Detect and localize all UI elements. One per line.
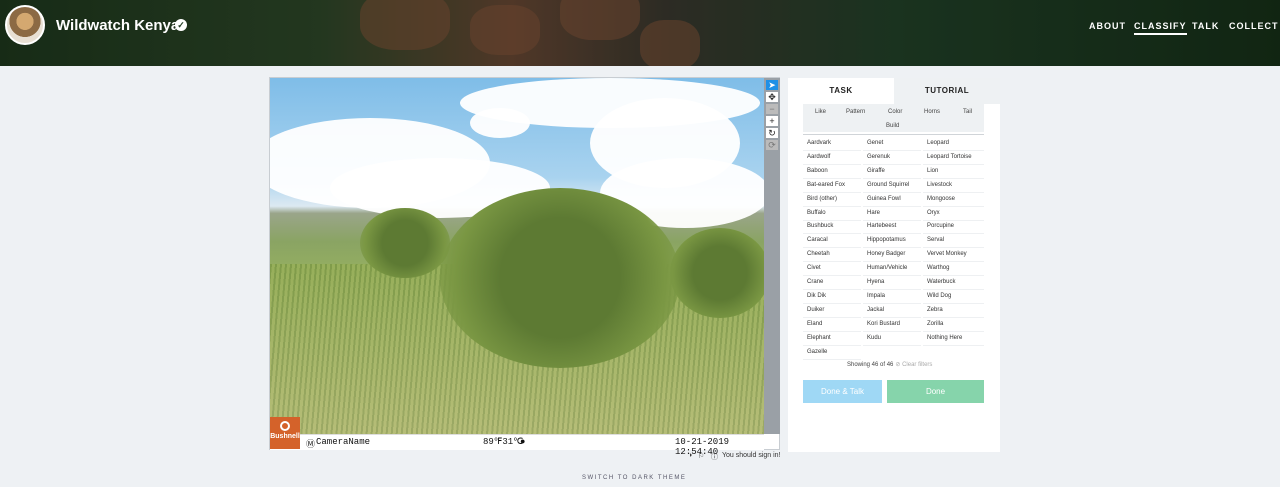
done-talk-button[interactable]: Done & Talk: [803, 380, 882, 403]
move-tool-icon[interactable]: ✥: [766, 92, 778, 102]
nav-collect[interactable]: COLLECT: [1229, 21, 1279, 31]
sign-in-notice: You should sign in!: [722, 452, 781, 459]
species-choice[interactable]: Hare: [863, 208, 921, 221]
camera-name-icon: Ⓜ: [306, 440, 316, 450]
species-choice[interactable]: Leopard Tortoise: [923, 152, 984, 165]
pointer-tool-icon[interactable]: ➤: [766, 80, 778, 90]
project-title[interactable]: Wildwatch Kenya: [56, 17, 179, 34]
camera-name: CameraName: [316, 437, 371, 447]
species-choice[interactable]: Zebra: [923, 305, 984, 318]
species-choice[interactable]: Giraffe: [863, 166, 921, 179]
bush: [670, 228, 764, 318]
species-choice[interactable]: Gerenuk: [863, 152, 921, 165]
reset-icon[interactable]: ⟳: [766, 140, 778, 150]
moon-phase-icon: ●: [520, 437, 526, 447]
species-choice[interactable]: Lion: [923, 166, 984, 179]
clear-filters-link[interactable]: ⊘ Clear filters: [895, 362, 932, 368]
species-choice[interactable]: Duiker: [803, 305, 861, 318]
species-choice[interactable]: Jackal: [863, 305, 921, 318]
species-choice[interactable]: Hippopotamus: [863, 235, 921, 249]
species-choice[interactable]: Honey Badger: [863, 249, 921, 263]
nav-talk[interactable]: TALK: [1192, 21, 1219, 31]
done-button[interactable]: Done: [887, 380, 984, 403]
filter-color[interactable]: Color: [888, 109, 902, 115]
species-choice[interactable]: Warthog: [923, 263, 984, 277]
species-choice[interactable]: Cheetah: [803, 249, 861, 263]
species-choice[interactable]: Genet: [863, 138, 921, 151]
filter-tail[interactable]: Tail: [963, 109, 972, 115]
tab-tutorial[interactable]: TUTORIAL: [894, 78, 1000, 104]
species-choice[interactable]: Nothing Here: [923, 333, 984, 346]
filter-bar: Like Pattern Color Horns Tail Build: [803, 104, 984, 132]
nav-about[interactable]: ABOUT: [1089, 21, 1126, 31]
bushnell-logo: Bushnell: [270, 417, 300, 449]
verified-badge-icon: ✓: [175, 19, 187, 31]
bush: [440, 188, 680, 368]
subject-image[interactable]: [270, 78, 764, 434]
species-choice[interactable]: Livestock: [923, 180, 984, 193]
species-choice[interactable]: Civet: [803, 263, 861, 277]
camera-stamp: Ⓜ CameraName 89℉31℃ ● 10-21-2019 12:54:4…: [270, 434, 764, 457]
species-choice[interactable]: Ground Squirrel: [863, 180, 921, 193]
zoom-out-icon[interactable]: −: [766, 104, 778, 114]
species-choice[interactable]: Hyena: [863, 277, 921, 290]
filter-like[interactable]: Like: [815, 109, 826, 115]
invert-icon[interactable]: ◑: [688, 452, 692, 459]
species-choice[interactable]: Waterbuck: [923, 277, 984, 290]
filter-pattern[interactable]: Pattern: [846, 109, 865, 115]
species-choice[interactable]: Bushbuck: [803, 221, 861, 235]
filter-horns[interactable]: Horns: [924, 109, 940, 115]
species-choice[interactable]: Porcupine: [923, 221, 984, 235]
tab-task[interactable]: TASK: [788, 78, 894, 104]
species-choice[interactable]: Zorilla: [923, 319, 984, 332]
nav-classify[interactable]: CLASSIFY: [1134, 21, 1187, 35]
task-panel: TASK TUTORIAL Like Pattern Color Horns T…: [788, 78, 1000, 452]
viewer-toolbar: ➤ ✥ − + ↻ ⟳: [764, 78, 780, 434]
species-choice[interactable]: Vervet Monkey: [923, 249, 984, 263]
task-tabs: TASK TUTORIAL: [788, 78, 1000, 104]
species-choice[interactable]: Bird (other): [803, 194, 861, 207]
project-avatar[interactable]: [5, 5, 45, 45]
species-choice[interactable]: Dik Dik: [803, 291, 861, 304]
species-choice[interactable]: Aardwolf: [803, 152, 861, 165]
species-choice[interactable]: Human/Vehicle: [863, 263, 921, 277]
species-choice[interactable]: Bat-eared Fox: [803, 180, 861, 193]
zoom-in-icon[interactable]: +: [766, 116, 778, 126]
species-choice[interactable]: Aardvark: [803, 138, 861, 151]
filter-build[interactable]: Build: [886, 123, 899, 129]
species-choice[interactable]: Buffalo: [803, 208, 861, 221]
species-choice[interactable]: Wild Dog: [923, 291, 984, 304]
switch-theme-button[interactable]: SWITCH TO DARK THEME: [582, 475, 686, 481]
species-choice[interactable]: Leopard: [923, 138, 984, 151]
species-choice[interactable]: Impala: [863, 291, 921, 304]
species-choice[interactable]: Eland: [803, 319, 861, 332]
rotate-icon[interactable]: ↻: [766, 128, 778, 138]
species-choice[interactable]: Crane: [803, 277, 861, 290]
showing-count: Showing 46 of 46 ⊘ Clear filters: [847, 362, 933, 368]
species-choice[interactable]: Elephant: [803, 333, 861, 346]
flag-icon[interactable]: ⚐: [698, 452, 704, 460]
info-icon[interactable]: ⓘ: [711, 452, 718, 462]
species-choice[interactable]: Gazelle: [803, 347, 861, 360]
project-header: [0, 0, 1280, 66]
species-choice[interactable]: Oryx: [923, 208, 984, 221]
species-choice[interactable]: Serval: [923, 235, 984, 249]
species-choice[interactable]: Hartebeest: [863, 221, 921, 235]
camera-temp: 89℉31℃: [483, 437, 524, 447]
species-choice[interactable]: Caracal: [803, 235, 861, 249]
species-choice[interactable]: Guinea Fowl: [863, 194, 921, 207]
subject-viewer[interactable]: Ⓜ CameraName 89℉31℃ ● 10-21-2019 12:54:4…: [269, 77, 780, 457]
species-choice[interactable]: Kori Bustard: [863, 319, 921, 332]
species-choice[interactable]: Baboon: [803, 166, 861, 179]
species-choice[interactable]: Mongoose: [923, 194, 984, 207]
species-choice[interactable]: Kudu: [863, 333, 921, 346]
bush: [360, 208, 450, 278]
